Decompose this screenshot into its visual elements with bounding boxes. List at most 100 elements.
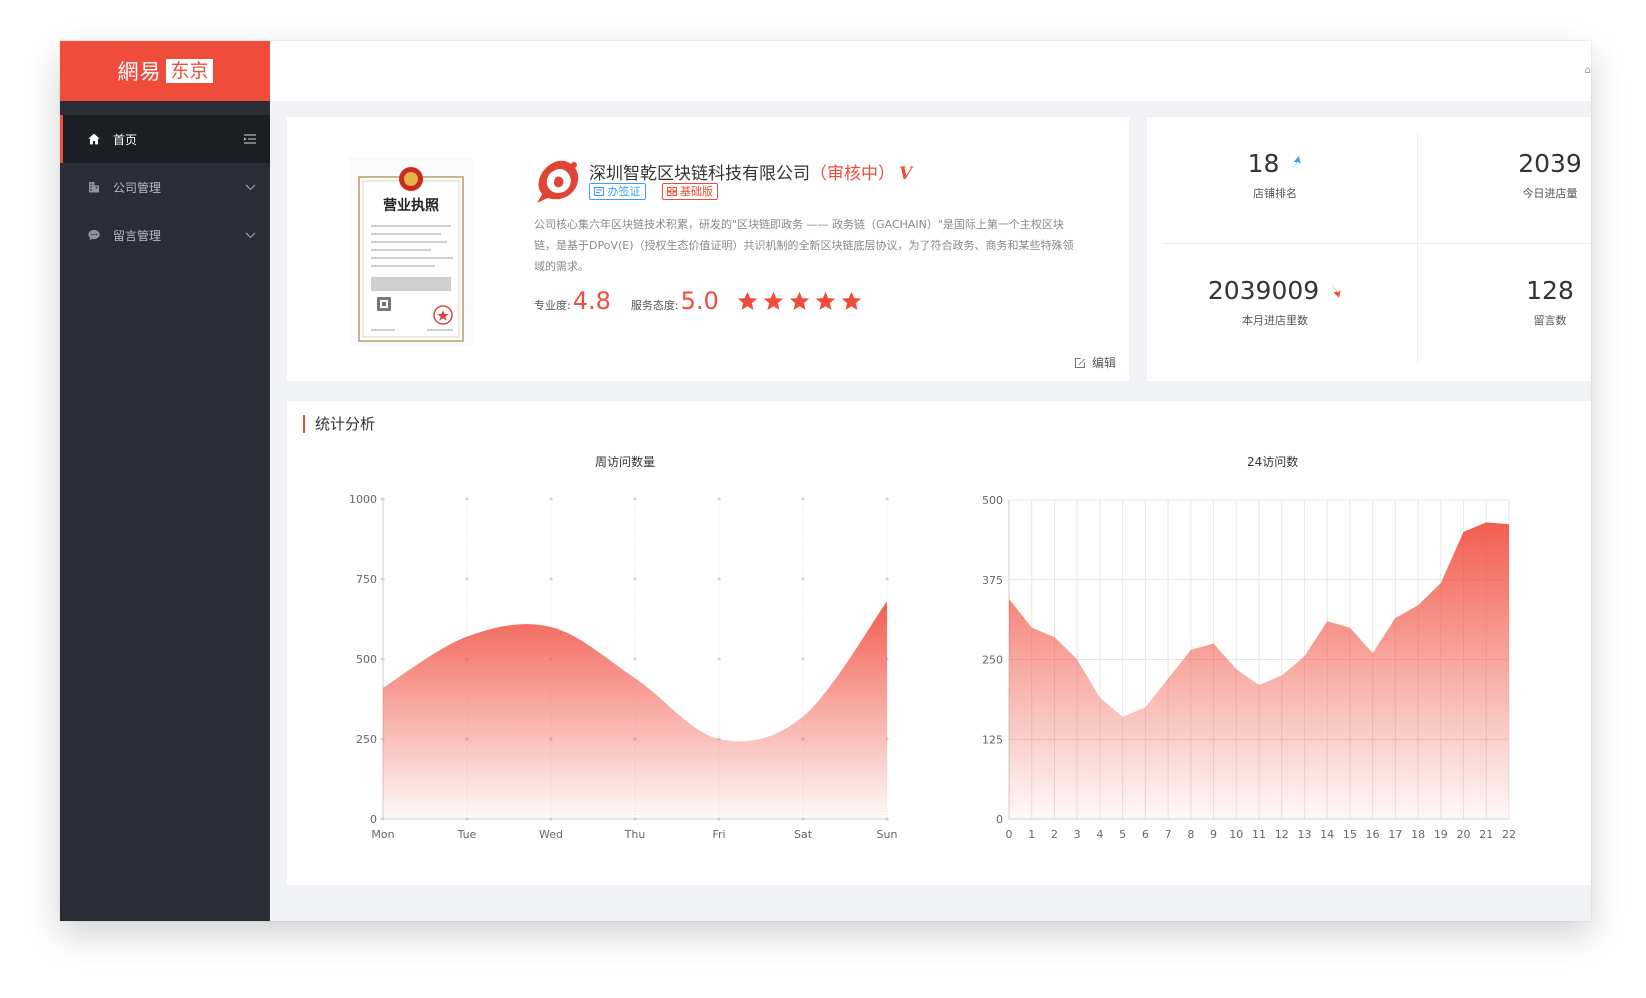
- x-tick-label: 22: [1502, 828, 1516, 841]
- stat-messages: 128 留言数: [1425, 272, 1591, 328]
- star-rating: [737, 291, 862, 311]
- data-point: [1347, 625, 1353, 631]
- sidebar-menu: 首页 公司管理 留言管理: [60, 115, 270, 259]
- service-label: 服务态度:: [630, 299, 679, 312]
- data-point: [1165, 676, 1171, 682]
- trend-up-icon: [1291, 155, 1302, 170]
- chevron-down-icon: [245, 184, 256, 191]
- data-point: [1438, 580, 1444, 586]
- x-tick-label: 8: [1187, 828, 1194, 841]
- home-icon: [87, 132, 101, 146]
- stat-value: 18: [1247, 148, 1280, 178]
- data-point: [1324, 618, 1330, 624]
- stat-value: 128: [1526, 275, 1574, 305]
- license-title: 营业执照: [383, 197, 439, 214]
- logo-part2: 东京: [166, 59, 213, 83]
- star-icon: [841, 291, 861, 311]
- x-tick-label: 10: [1229, 828, 1243, 841]
- x-tick-label: 4: [1096, 828, 1103, 841]
- x-tick-label: 7: [1165, 828, 1172, 841]
- x-tick-label: Mon: [371, 828, 394, 841]
- sidebar-item-label: 首页: [113, 132, 138, 147]
- x-tick-label: 3: [1074, 828, 1081, 841]
- verified-badge: V: [899, 164, 913, 184]
- data-point: [1120, 714, 1126, 720]
- grid-dot: [717, 657, 721, 661]
- professional-score: 4.8: [572, 287, 611, 315]
- professional-label: 专业度:: [534, 299, 571, 312]
- data-point: [464, 634, 470, 640]
- stat-value: 2039009: [1207, 275, 1320, 305]
- grid-dot: [633, 657, 637, 661]
- x-tick-label: 16: [1366, 828, 1380, 841]
- top-header: ⌂: [270, 41, 1591, 101]
- x-tick-label: 1: [1028, 828, 1035, 841]
- sidebar-item-home[interactable]: 首页: [60, 115, 270, 163]
- audit-status: （审核中）: [810, 164, 895, 184]
- stat-month-visits: 2039009 本月进店里数: [1150, 272, 1400, 328]
- x-tick-label: 14: [1320, 828, 1334, 841]
- data-point: [1506, 521, 1512, 527]
- grid-dot: [465, 497, 469, 501]
- app-logo[interactable]: 網易 东京: [60, 41, 270, 101]
- sidebar: 網易 东京 首页 公司管理 留言管理: [60, 41, 270, 921]
- analysis-card: 统计分析 周访问数量 24访问数 0 250 500 750 1000 Mon Tue Wed…: [287, 401, 1591, 885]
- data-point: [1006, 596, 1012, 602]
- grid-dot: [801, 577, 805, 581]
- sidebar-item-company[interactable]: 公司管理: [60, 163, 270, 211]
- header-user-icon[interactable]: ⌂: [1585, 65, 1591, 76]
- data-point: [1370, 650, 1376, 656]
- grid-dot: [549, 497, 553, 501]
- x-tick-label: 12: [1275, 828, 1289, 841]
- x-tick-label: 9: [1210, 828, 1217, 841]
- x-tick-label: 6: [1142, 828, 1149, 841]
- company-card: 营业执照 深圳智乾区块链科技有限公司（审核中） V 办签证 基础版 公司核心集六…: [287, 117, 1129, 381]
- x-tick-label: 20: [1457, 828, 1471, 841]
- y-tick-label: 1000: [349, 493, 377, 506]
- x-tick-label: 17: [1388, 828, 1402, 841]
- stat-shop-rank: 18 店铺排名: [1150, 145, 1400, 201]
- edit-button[interactable]: 编辑: [1074, 354, 1116, 371]
- y-tick-label: 500: [356, 653, 377, 666]
- x-tick-label: Sun: [877, 828, 898, 841]
- x-tick-label: Sat: [794, 828, 813, 841]
- stats-divider-horizontal: [1163, 243, 1591, 244]
- x-tick-label: 2: [1051, 828, 1058, 841]
- company-description: 公司核心集六年区块链技术积累，研发的"区块链即政务 —— 政务链（GACHAIN…: [534, 218, 1074, 273]
- section-title: 统计分析: [303, 415, 375, 433]
- grid-tag-icon: [666, 187, 677, 196]
- data-point: [1051, 634, 1057, 640]
- grid-dot: [885, 497, 889, 501]
- y-tick-label: 250: [356, 733, 377, 746]
- x-tick-label: 21: [1479, 828, 1493, 841]
- y-tick-label: 0: [996, 813, 1003, 826]
- stats-card: 18 店铺排名 2039 今日进店量 2039009 本月进店里数 128 留言…: [1147, 117, 1591, 381]
- edit-label: 编辑: [1091, 356, 1116, 370]
- y-tick-label: 250: [982, 654, 1003, 667]
- sidebar-item-messages[interactable]: 留言管理: [60, 211, 270, 259]
- data-point: [380, 685, 386, 691]
- data-point: [548, 624, 554, 630]
- grid-dot: [549, 577, 553, 581]
- stat-label: 今日进店量: [1522, 187, 1578, 200]
- grid-dot: [633, 497, 637, 501]
- menu-fold-icon[interactable]: [244, 134, 256, 144]
- company-name-line: 深圳智乾区块链科技有限公司（审核中） V: [589, 159, 912, 184]
- data-point: [884, 598, 890, 604]
- tag-basic: 基础版: [661, 183, 718, 200]
- data-point: [800, 714, 806, 720]
- star-icon: [737, 291, 757, 311]
- data-point: [1415, 602, 1421, 608]
- x-tick-label: Tue: [457, 828, 477, 841]
- x-tick-label: 18: [1411, 828, 1425, 841]
- service-score: 5.0: [680, 287, 719, 315]
- data-point: [1279, 672, 1285, 678]
- x-tick-label: Thu: [624, 828, 646, 841]
- data-point: [716, 736, 722, 742]
- grid-dot: [801, 497, 805, 501]
- tag-basic-label: 基础版: [680, 185, 713, 198]
- data-point: [1188, 647, 1194, 653]
- business-license-image[interactable]: 营业执照: [349, 157, 473, 345]
- x-tick-label: 13: [1297, 828, 1311, 841]
- tag-visa-label: 办签证: [607, 185, 641, 198]
